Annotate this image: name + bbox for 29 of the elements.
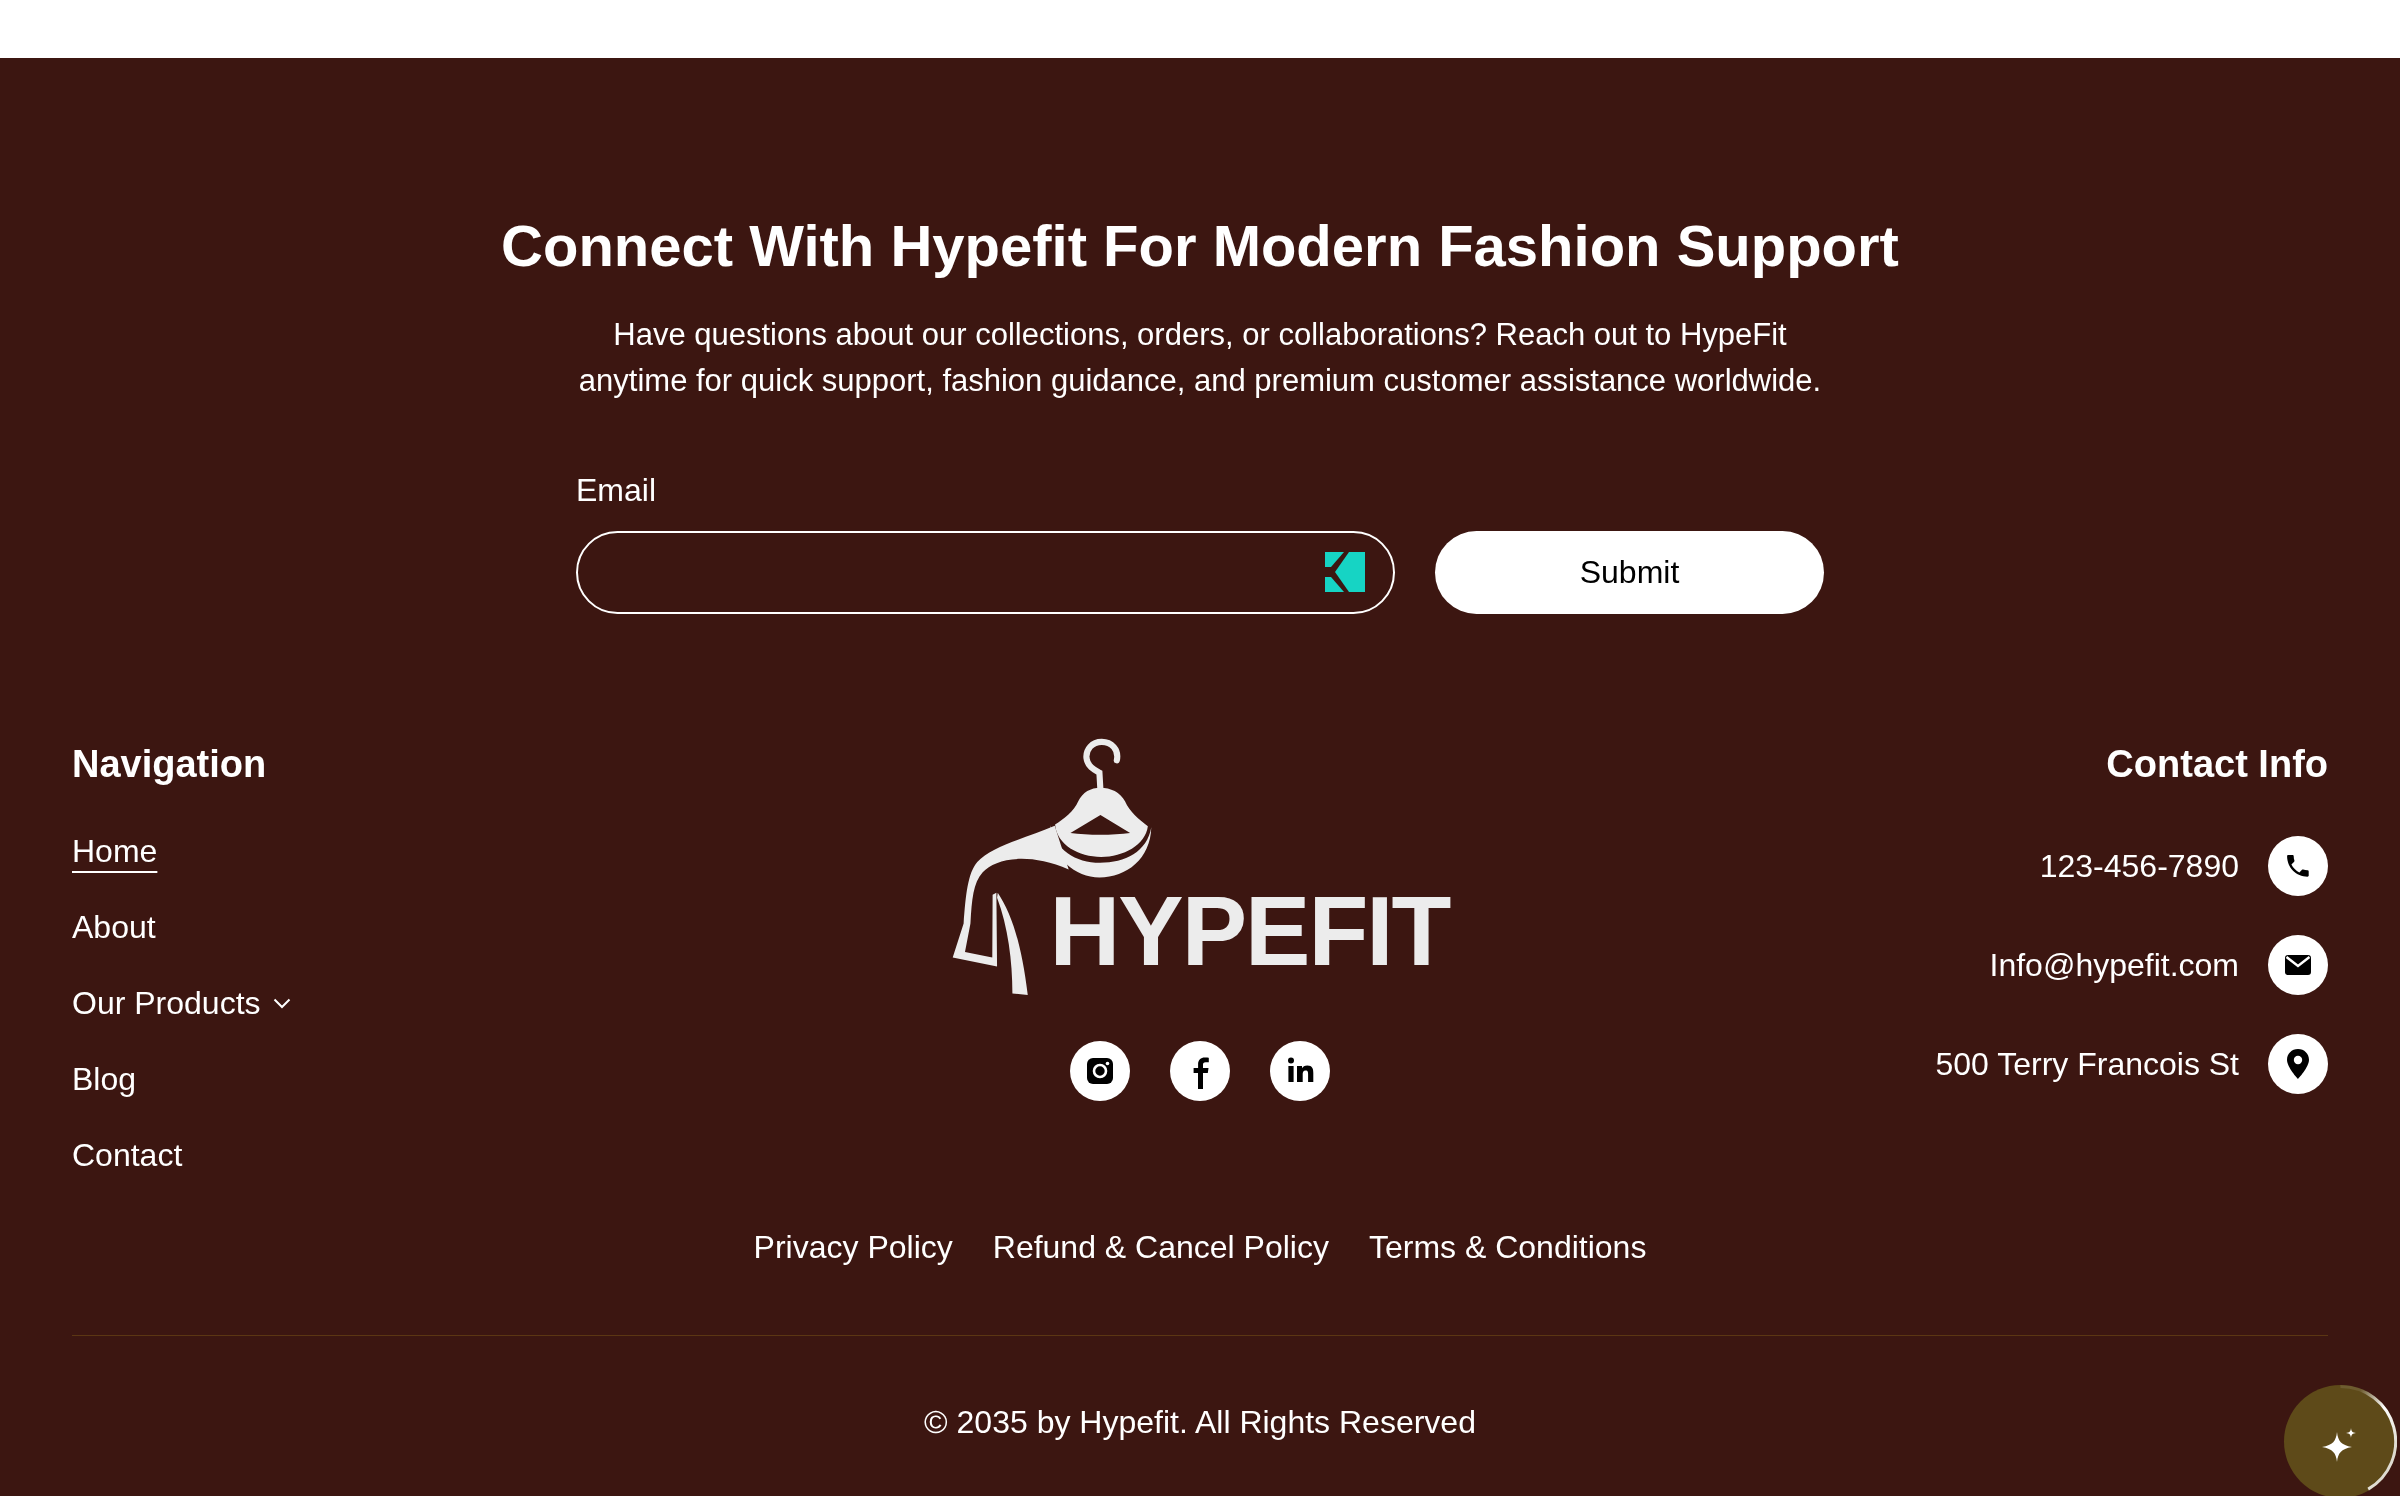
section-description: Have questions about our collections, orders, or collaborations? Reach out to HypeFit anytime for quick support, fashion guidance, and premium customer assistance worldwide.: [577, 316, 1823, 400]
email-input[interactable]: [576, 531, 1395, 614]
nav-link[interactable]: Contact: [72, 1135, 183, 1175]
contact-detail: Info@hypefit.com: [1989, 946, 2239, 985]
legal-link[interactable]: Terms & Conditions: [1368, 1227, 1647, 1267]
contact-detail: 123-456-7890: [2039, 847, 2239, 886]
chevron-down-icon[interactable]: [272, 997, 291, 1009]
linkedin-icon[interactable]: [1270, 1041, 1330, 1101]
legal-link[interactable]: Privacy Policy: [753, 1227, 953, 1267]
instagram-icon[interactable]: [1070, 1041, 1130, 1101]
k-mark-icon[interactable]: [1325, 552, 1365, 592]
nav-link[interactable]: Our Products: [72, 983, 291, 1023]
sparkle-icon: [2322, 1428, 2356, 1462]
nav-link[interactable]: About: [72, 907, 156, 947]
contact-info-heading: Contact Info: [2106, 742, 2328, 787]
submit-button[interactable]: Submit: [1435, 531, 1824, 614]
navigation-heading: Navigation: [72, 742, 267, 787]
email-label: Email: [576, 472, 656, 508]
contact-detail: 500 Terry Francois St: [1935, 1045, 2239, 1084]
legal-link[interactable]: Refund & Cancel Policy: [992, 1227, 1329, 1267]
brand-logo: HYPEFIT: [950, 737, 1450, 999]
nav-link[interactable]: Home: [72, 831, 158, 871]
nav-link[interactable]: Blog: [72, 1059, 137, 1099]
phone-icon: [2268, 836, 2328, 896]
envelope-icon: [2268, 935, 2328, 995]
location-pin-icon: [2268, 1034, 2328, 1094]
copyright-text: © 2035 by Hypefit. All Rights Reserved: [924, 1403, 1476, 1442]
facebook-icon[interactable]: [1170, 1041, 1230, 1101]
section-heading: Connect With Hypefit For Modern Fashion Support: [501, 213, 1899, 279]
